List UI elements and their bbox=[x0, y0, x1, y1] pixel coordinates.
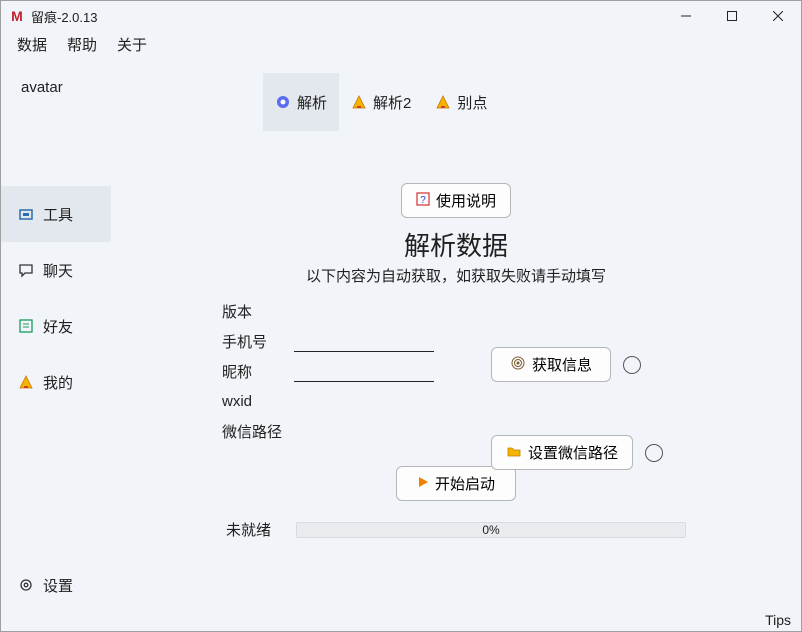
mine-icon bbox=[17, 373, 35, 391]
play-icon bbox=[417, 475, 429, 492]
status-row: 未就绪 0% bbox=[226, 519, 686, 540]
get-info-button[interactable]: 获取信息 bbox=[491, 347, 611, 382]
menu-help[interactable]: 帮助 bbox=[57, 32, 107, 57]
sidebar-item-settings[interactable]: 设置 bbox=[1, 565, 111, 605]
start-button[interactable]: 开始启动 bbox=[396, 466, 516, 501]
label-wxid: wxid bbox=[216, 393, 294, 410]
tab-parse2[interactable]: 解析2 bbox=[339, 73, 423, 131]
row-getinfo: 获取信息 bbox=[491, 347, 641, 382]
avatar-placeholder: avatar bbox=[1, 65, 111, 96]
close-button[interactable] bbox=[755, 1, 801, 31]
help-icon: ? bbox=[416, 192, 430, 210]
minimize-button[interactable] bbox=[663, 1, 709, 31]
label-nickname: 昵称 bbox=[216, 361, 294, 382]
page-parse: ? 使用说明 解析数据 以下内容为自动获取，如获取失败请手动填写 版本 手机号 … bbox=[123, 183, 789, 540]
sidebar-label-tools: 工具 bbox=[43, 204, 73, 225]
sidebar-label-mine: 我的 bbox=[43, 372, 73, 393]
row-setpath: 设置微信路径 bbox=[491, 435, 663, 470]
sidebar-item-mine[interactable]: 我的 bbox=[1, 354, 111, 410]
folder-icon bbox=[506, 443, 522, 463]
progress-bar: 0% bbox=[296, 522, 686, 538]
window-title: 留痕-2.0.13 bbox=[31, 7, 97, 26]
set-path-label: 设置微信路径 bbox=[528, 442, 618, 463]
parse-icon bbox=[275, 94, 291, 110]
dont-icon bbox=[435, 94, 451, 110]
tab-label-dont: 别点 bbox=[457, 92, 487, 113]
page-subtitle: 以下内容为自动获取，如获取失败请手动填写 bbox=[306, 265, 606, 286]
radio-setpath[interactable] bbox=[645, 444, 663, 462]
start-label: 开始启动 bbox=[435, 473, 495, 494]
set-path-button[interactable]: 设置微信路径 bbox=[491, 435, 633, 470]
sidebar-item-tools[interactable]: 工具 bbox=[1, 186, 111, 242]
fingerprint-icon bbox=[510, 355, 526, 375]
menu-data[interactable]: 数据 bbox=[7, 32, 57, 57]
menu-about[interactable]: 关于 bbox=[107, 32, 157, 57]
sidebar-item-chat[interactable]: 聊天 bbox=[1, 242, 111, 298]
svg-text:?: ? bbox=[420, 195, 426, 206]
titlebar: M 留痕-2.0.13 bbox=[1, 1, 801, 31]
help-button[interactable]: ? 使用说明 bbox=[401, 183, 511, 218]
get-info-label: 获取信息 bbox=[532, 354, 592, 375]
tab-strip: 解析 解析2 别点 bbox=[263, 73, 789, 131]
help-button-label: 使用说明 bbox=[436, 190, 496, 211]
footer: Tips bbox=[1, 609, 801, 631]
input-phone[interactable] bbox=[294, 330, 434, 352]
page-title: 解析数据 bbox=[404, 226, 508, 263]
sidebar: avatar 工具 聊天 好友 我的 bbox=[1, 57, 111, 609]
main: 解析 解析2 别点 ? 使用说明 解析 bbox=[111, 57, 801, 609]
menubar: 数据 帮助 关于 bbox=[1, 31, 801, 57]
gear-icon bbox=[17, 576, 35, 594]
progress-text: 0% bbox=[482, 523, 499, 537]
tools-icon bbox=[17, 205, 35, 223]
sidebar-item-friends[interactable]: 好友 bbox=[1, 298, 111, 354]
tips-link[interactable]: Tips bbox=[765, 612, 791, 628]
sidebar-label-chat: 聊天 bbox=[43, 260, 73, 281]
sidebar-label-settings: 设置 bbox=[43, 575, 73, 596]
chat-icon bbox=[17, 261, 35, 279]
tab-label-parse: 解析 bbox=[297, 92, 327, 113]
label-phone: 手机号 bbox=[216, 331, 294, 352]
maximize-button[interactable] bbox=[709, 1, 755, 31]
label-version: 版本 bbox=[216, 301, 294, 322]
radio-getinfo[interactable] bbox=[623, 356, 641, 374]
friends-icon bbox=[17, 317, 35, 335]
tab-label-parse2: 解析2 bbox=[373, 92, 411, 113]
tab-dont[interactable]: 别点 bbox=[423, 73, 499, 131]
sidebar-label-friends: 好友 bbox=[43, 316, 73, 337]
status-label: 未就绪 bbox=[226, 519, 286, 540]
label-wxpath: 微信路径 bbox=[216, 421, 294, 442]
app-icon: M bbox=[9, 8, 25, 24]
tab-parse[interactable]: 解析 bbox=[263, 73, 339, 131]
input-nickname[interactable] bbox=[294, 360, 434, 382]
parse2-icon bbox=[351, 94, 367, 110]
